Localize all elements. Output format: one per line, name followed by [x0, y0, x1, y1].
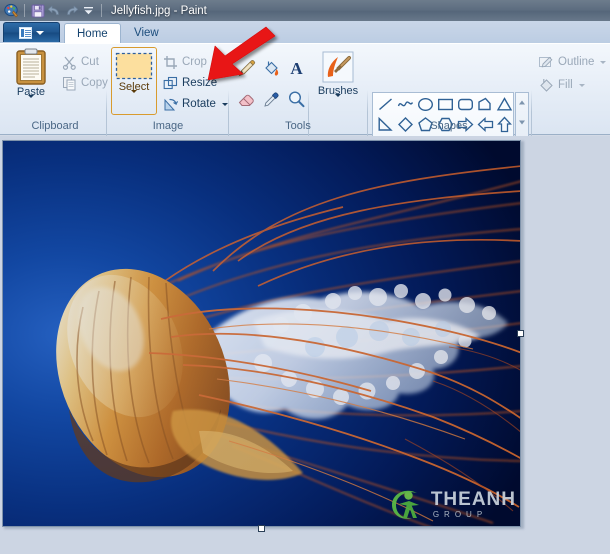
copy-pages-icon — [63, 76, 76, 90]
chevron-down-icon[interactable] — [335, 94, 341, 109]
tab-view[interactable]: View — [122, 23, 171, 43]
paint-window: Jellyfish.jpg - Paint Home View Paste Cu… — [0, 0, 610, 554]
outline-pen-icon — [539, 56, 553, 68]
copy-label: Copy — [81, 77, 108, 89]
title-bar: Jellyfish.jpg - Paint — [0, 0, 610, 21]
fill-bucket-icon — [265, 61, 279, 76]
crop-button[interactable]: Crop — [163, 53, 207, 71]
fill-paint-icon — [540, 79, 553, 92]
customize-qat-icon[interactable] — [80, 2, 97, 19]
chevron-down-icon[interactable] — [578, 83, 585, 87]
tool-pencil-button[interactable] — [234, 56, 259, 80]
chevron-down-icon[interactable] — [600, 60, 607, 64]
image-canvas[interactable]: THEANH GROUP — [2, 140, 521, 527]
jellyfish-photo: THEANH GROUP — [3, 141, 520, 526]
rotate-button[interactable]: Rotate — [163, 95, 228, 113]
watermark: THEANH GROUP — [386, 484, 516, 524]
shape-curve[interactable] — [395, 94, 415, 114]
window-title: Jellyfish.jpg - Paint — [111, 4, 207, 17]
resize-handle-bottom[interactable] — [258, 525, 265, 532]
watermark-text: THEANH GROUP — [431, 490, 516, 519]
jellyfish-illustration — [3, 141, 520, 526]
color-picker-icon — [264, 92, 279, 107]
tool-color-picker-button[interactable] — [259, 87, 284, 111]
rotate-label: Rotate — [182, 98, 216, 110]
shape-polygon[interactable] — [475, 94, 495, 114]
undo-icon[interactable] — [46, 2, 63, 19]
chevron-down-icon[interactable] — [221, 102, 228, 106]
group-label-tools: Tools — [285, 120, 311, 132]
shape-triangle[interactable] — [494, 94, 514, 114]
select-button[interactable]: Select — [111, 47, 157, 115]
watermark-main: THEANH — [430, 488, 516, 510]
shape-oval[interactable] — [415, 94, 435, 114]
canvas-area[interactable]: THEANH GROUP — [0, 136, 610, 554]
pencil-icon — [238, 59, 256, 76]
brushes-button[interactable]: Brushes — [314, 49, 362, 109]
ribbon-tab-strip: Home View — [0, 21, 610, 43]
chevron-down-icon[interactable] — [28, 95, 34, 110]
resize-handle-right[interactable] — [517, 330, 524, 337]
shape-rounded-rectangle[interactable] — [455, 94, 475, 114]
theanh-group-logo — [391, 490, 419, 519]
document-icon — [19, 26, 32, 39]
paint-menu-button[interactable] — [3, 22, 60, 42]
resize-button[interactable]: Resize — [163, 74, 217, 92]
group-label-image: Image — [152, 120, 184, 132]
crop-label: Crop — [182, 56, 207, 68]
fill-button[interactable]: Fill — [538, 76, 585, 94]
redo-icon[interactable] — [63, 2, 80, 19]
crop-icon — [164, 55, 177, 69]
watermark-sub: GROUP — [432, 509, 488, 519]
eraser-icon — [238, 94, 254, 106]
fill-label: Fill — [558, 79, 573, 91]
qat-divider-1 — [24, 4, 25, 17]
text-icon: A — [290, 58, 303, 78]
tool-eraser-button[interactable] — [234, 87, 259, 111]
tool-fill-button[interactable] — [259, 56, 284, 80]
paint-app-icon[interactable] — [3, 2, 20, 19]
tool-text-button[interactable]: A — [284, 56, 309, 80]
chevron-down-icon[interactable] — [131, 90, 137, 105]
ribbon-group-labels: Clipboard Image Tools Shapes — [0, 120, 610, 134]
shape-line[interactable] — [375, 94, 395, 114]
cut-button[interactable]: Cut — [62, 53, 99, 71]
qat-divider-2 — [101, 4, 102, 17]
chevron-down-icon — [36, 30, 44, 35]
copy-button[interactable]: Copy — [62, 74, 108, 92]
paste-button[interactable]: Paste — [7, 48, 55, 110]
outline-button[interactable]: Outline — [538, 53, 607, 71]
resize-icon — [163, 76, 178, 89]
scissors-icon — [62, 56, 76, 70]
magnifier-icon — [288, 90, 305, 107]
rotate-icon — [164, 98, 178, 110]
save-icon[interactable] — [29, 2, 46, 19]
resize-label: Resize — [182, 77, 218, 89]
tool-magnifier-button[interactable] — [284, 87, 309, 111]
cut-label: Cut — [81, 56, 99, 68]
group-label-clipboard: Clipboard — [31, 120, 79, 132]
shapes-scroll-up-icon[interactable] — [516, 93, 528, 112]
outline-label: Outline — [558, 56, 595, 68]
shape-rectangle[interactable] — [435, 94, 455, 114]
tab-home[interactable]: Home — [64, 23, 121, 43]
group-label-shapes: Shapes — [430, 120, 468, 132]
